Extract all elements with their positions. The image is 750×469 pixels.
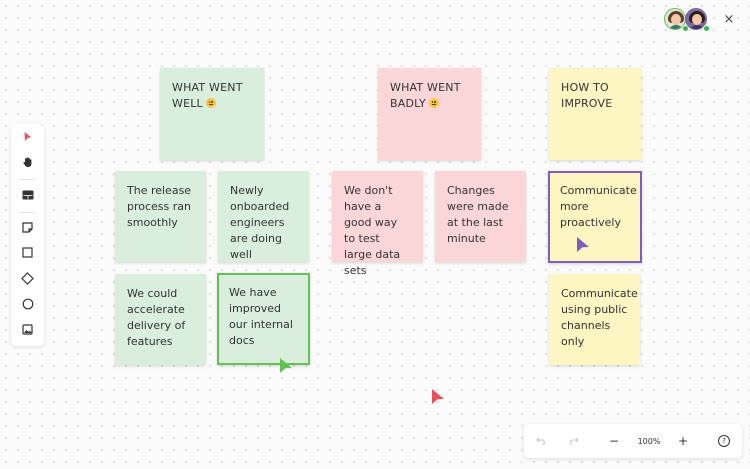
header-title-line2: WELL <box>172 97 203 110</box>
sticky-note-bad-1[interactable]: We don't have a good way to test large d… <box>332 171 423 277</box>
select-tool-button[interactable] <box>11 127 44 147</box>
sticky-note-text: Communicate more proactively <box>560 184 637 229</box>
plus-icon: + <box>677 434 689 448</box>
zoom-controls: − 100% + ? <box>524 424 742 458</box>
sticky-note-text: Newly onboarded engineers are doing well <box>230 184 290 261</box>
diamond-icon <box>21 271 34 285</box>
collaborator-cursor-purple-icon <box>577 237 589 252</box>
undo-icon <box>535 437 545 445</box>
sticky-note-well-2[interactable]: Newly onboarded engineers are doing well <box>218 171 309 262</box>
sticky-note-well-1[interactable]: The release process ran smoothly <box>115 171 206 262</box>
undo-button[interactable] <box>532 432 550 450</box>
smile-emoji-icon <box>205 98 216 108</box>
toolbar-divider <box>19 179 36 180</box>
zoom-in-button[interactable]: + <box>674 432 692 450</box>
sticky-note-text: We don't have a good way to test large d… <box>344 184 401 277</box>
column-header-how-to-improve[interactable]: HOW TO IMPROVE <box>549 68 641 160</box>
left-toolbar <box>11 124 44 346</box>
header-title-line2: BADLY <box>390 97 426 110</box>
sticky-note-text: The release process ran smoothly <box>127 184 192 229</box>
table-icon <box>22 190 33 200</box>
sticky-note-icon <box>22 221 33 233</box>
sticky-note-text: We could accelerate delivery of features <box>127 287 186 348</box>
rectangle-icon <box>22 246 33 258</box>
sticky-note-text: Communicate using public channels only <box>561 287 638 348</box>
redo-icon <box>569 437 579 445</box>
zoom-level: 100% <box>637 436 661 446</box>
sticky-note-text: We have improved our internal docs <box>229 286 293 347</box>
zoom-out-button[interactable]: − <box>605 432 623 450</box>
column-header-went-well[interactable]: WHAT WENT WELL <box>160 68 264 160</box>
header-title-line1: WHAT WENT <box>172 81 243 94</box>
table-tool-button[interactable] <box>11 185 44 205</box>
help-icon: ? <box>718 435 730 447</box>
sticky-note-bad-2[interactable]: Changes were made at the last minute <box>435 171 526 262</box>
circle-tool-button[interactable] <box>11 294 44 314</box>
redo-button[interactable] <box>564 432 582 450</box>
image-tool-button[interactable] <box>11 319 44 339</box>
sticky-note-tool-button[interactable] <box>11 217 44 237</box>
close-icon: × <box>723 11 735 27</box>
image-icon <box>22 323 33 335</box>
sticky-note-text: Changes were made at the last minute <box>447 184 509 245</box>
diamond-tool-button[interactable] <box>11 268 44 288</box>
hand-tool-button[interactable] <box>11 152 44 172</box>
frown-emoji-icon <box>428 98 439 108</box>
collaborator-cursor-green-icon <box>280 358 292 373</box>
collaborator-cursor-red-icon <box>432 389 444 404</box>
sticky-note-improve-2[interactable]: Communicate using public channels only <box>549 274 640 365</box>
column-header-went-badly[interactable]: WHAT WENT BADLY <box>378 68 481 160</box>
header-title-line2: IMPROVE <box>561 97 613 110</box>
toolbar-divider <box>19 212 36 213</box>
online-status-indicator <box>703 25 710 32</box>
header-title-line1: HOW TO <box>561 81 609 94</box>
header-title-line1: WHAT WENT <box>390 81 461 94</box>
minus-icon: − <box>608 434 620 448</box>
select-pointer-icon <box>24 132 31 141</box>
help-button[interactable]: ? <box>715 432 733 450</box>
sticky-note-well-3[interactable]: We could accelerate delivery of features <box>115 274 206 365</box>
circle-icon <box>22 298 33 310</box>
close-button[interactable]: × <box>722 11 736 27</box>
sticky-note-well-4[interactable]: We have improved our internal docs <box>217 273 310 365</box>
rectangle-tool-button[interactable] <box>11 242 44 262</box>
hand-pan-icon <box>22 157 31 167</box>
sticky-note-improve-1[interactable]: Communicate more proactively <box>548 171 642 263</box>
